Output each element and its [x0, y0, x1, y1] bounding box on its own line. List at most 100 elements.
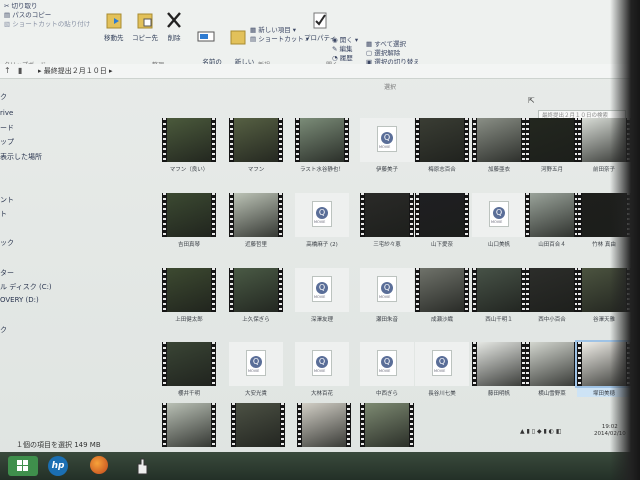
movie-file-icon: Q MOVIE: [360, 118, 414, 162]
delete-x-icon: [165, 10, 183, 30]
select-none-button[interactable]: ▢ 選択解除: [366, 49, 420, 58]
video-thumbnail: [231, 403, 285, 447]
file-item-video[interactable]: 三宅紗々恵: [360, 193, 414, 248]
file-item-video[interactable]: 近藤哲里: [229, 193, 283, 248]
file-item-movie-document[interactable]: Q MOVIE 長谷川七美: [415, 342, 469, 397]
move-to-button[interactable]: 移動先: [104, 10, 124, 42]
file-item-video[interactable]: 山田百合４: [525, 193, 579, 248]
file-item-video[interactable]: 河野五月: [525, 118, 579, 173]
file-name-label: ラスト水谷静也！: [300, 167, 344, 173]
up-button[interactable]: ↑: [4, 66, 11, 75]
video-thumbnail: [472, 118, 526, 162]
edit-button[interactable]: ✎ 編集: [332, 45, 358, 54]
nav-item-5[interactable]: ント: [0, 195, 14, 205]
file-name-label: マフン: [247, 167, 265, 173]
nav-item-10[interactable]: OVERY (D:): [0, 296, 39, 304]
quicktime-icon: Q MOVIE: [377, 350, 397, 376]
file-item-movie-document[interactable]: Q MOVIE 深澤友理: [295, 268, 349, 323]
address-path[interactable]: ▸ 最終提出２月１０日 ▸: [38, 66, 112, 76]
file-item-video[interactable]: 上田健太郎: [162, 268, 216, 323]
file-item-video[interactable]: [360, 403, 414, 447]
file-item-video[interactable]: 吉田真琴: [162, 193, 216, 248]
system-tray-icons[interactable]: ▲ ▮ ▯ ◆ ▮ ◐ ◧: [520, 428, 561, 435]
easy-access-button[interactable]: ▤ ショートカット ▾: [250, 35, 309, 44]
file-item-movie-document[interactable]: Q MOVIE 大林百花: [295, 342, 349, 397]
file-item-video[interactable]: 横山雪野菜: [525, 342, 579, 397]
nav-item-11[interactable]: ク: [0, 325, 7, 335]
file-item-video[interactable]: マフン（良い）: [162, 118, 216, 173]
file-name-label: 山口美帆: [487, 242, 510, 248]
video-thumbnail: [525, 268, 579, 312]
file-item-movie-document[interactable]: Q MOVIE 高橋麻子 (2): [295, 193, 349, 248]
file-item-video[interactable]: 西中小百合: [525, 268, 579, 323]
video-thumbnail: [229, 118, 283, 162]
file-name-label: 横山雪野菜: [538, 391, 566, 397]
video-thumbnail: [229, 268, 283, 312]
nav-item-8[interactable]: ター: [0, 268, 14, 278]
video-thumbnail: [472, 342, 526, 386]
movie-file-icon: Q MOVIE: [415, 342, 469, 386]
file-name-label: 山田百合４: [538, 242, 566, 248]
file-item-video[interactable]: 西山千明１: [472, 268, 526, 323]
nav-item-0[interactable]: ク: [0, 92, 7, 102]
nav-item-6[interactable]: ト: [0, 209, 7, 219]
movie-file-icon: Q MOVIE: [229, 342, 283, 386]
video-thumbnail: [360, 193, 414, 237]
firefox-button[interactable]: [90, 456, 116, 476]
open-button[interactable]: ◉ 開く ▾: [332, 36, 358, 45]
start-button[interactable]: [8, 456, 38, 476]
file-name-label: マフン（良い）: [169, 167, 209, 173]
video-thumbnail: [360, 403, 414, 447]
nav-item-1[interactable]: rive: [0, 109, 13, 117]
file-item-video[interactable]: [162, 403, 216, 447]
nav-item-9[interactable]: ル ディスク (C:): [0, 282, 52, 292]
new-item-button[interactable]: ▦ 新しい項目 ▾: [250, 26, 309, 35]
file-item-video[interactable]: マフン: [229, 118, 283, 173]
nav-item-2[interactable]: ード: [0, 123, 14, 133]
file-name-label: 大林百花: [310, 391, 333, 397]
folder-move-icon: [105, 10, 123, 30]
file-item-video[interactable]: ラスト水谷静也！: [295, 118, 349, 173]
copy-path-label: パスのコピー: [12, 11, 52, 19]
video-thumbnail: [415, 193, 469, 237]
select-none-label: 選択解除: [374, 49, 401, 57]
file-item-video[interactable]: 山下愛奈: [415, 193, 469, 248]
paste-shortcut-button[interactable]: ▧ ショートカットの貼り付け: [4, 20, 90, 29]
video-thumbnail: [415, 268, 469, 312]
nav-item-3[interactable]: ップ: [0, 137, 14, 147]
file-name-label: 山下愛奈: [430, 242, 453, 248]
video-thumbnail: [415, 118, 469, 162]
file-item-movie-document[interactable]: Q MOVIE 中西ぎら: [360, 342, 414, 397]
quicktime-icon: Q MOVIE: [377, 126, 397, 152]
cut-button[interactable]: ✂ 切り取り: [4, 2, 90, 11]
nav-item-4[interactable]: 表示した場所: [0, 152, 42, 162]
file-item-movie-document[interactable]: Q MOVIE 伊藤美子: [360, 118, 414, 173]
folder-icon: ▮: [18, 66, 23, 75]
hp-app-button[interactable]: hp: [48, 456, 74, 476]
hand-app-button[interactable]: [132, 456, 158, 476]
nav-item-7[interactable]: ック: [0, 238, 14, 248]
file-item-video[interactable]: 上久保ぎら: [229, 268, 283, 323]
new-group-items: ▦ 新しい項目 ▾ ▤ ショートカット ▾: [250, 26, 309, 44]
rename-icon: [197, 26, 215, 46]
file-item-movie-document[interactable]: Q MOVIE 大安光貴: [229, 342, 283, 397]
video-thumbnail: [525, 193, 579, 237]
file-item-video[interactable]: [231, 403, 285, 447]
video-thumbnail: [162, 118, 216, 162]
file-item-video[interactable]: 成瀬沙織: [415, 268, 469, 323]
file-item-video[interactable]: 櫻井千明: [162, 342, 216, 397]
file-item-video[interactable]: 梅原志百合: [415, 118, 469, 173]
file-item-video[interactable]: [297, 403, 351, 447]
quicktime-icon: Q MOVIE: [377, 276, 397, 302]
file-item-movie-document[interactable]: Q MOVIE 瀬田朱音: [360, 268, 414, 323]
cursor-pointer-icon: ⇱: [528, 96, 535, 105]
file-item-movie-document[interactable]: Q MOVIE 山口美帆: [472, 193, 526, 248]
explorer-window: ✂ 切り取り ▤ パスのコピー ▧ ショートカットの貼り付け クリップボード 移…: [0, 0, 640, 480]
file-item-video[interactable]: 加藤亜衣: [472, 118, 526, 173]
file-item-video[interactable]: 藤田明帆: [472, 342, 526, 397]
movie-file-icon: Q MOVIE: [295, 342, 349, 386]
select-all-button[interactable]: ▦ すべて選択: [366, 40, 420, 49]
copy-path-button[interactable]: ▤ パスのコピー: [4, 11, 90, 20]
delete-button[interactable]: 削除: [165, 10, 183, 42]
copy-to-button[interactable]: コピー先: [132, 10, 158, 42]
